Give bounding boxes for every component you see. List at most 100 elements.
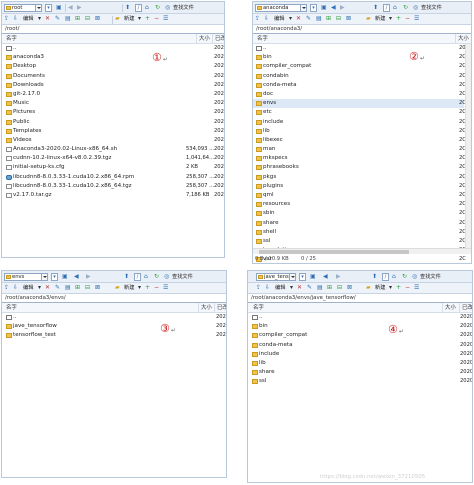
- filter-icon[interactable]: ▾: [299, 273, 306, 281]
- folder-row[interactable]: conda-meta 2020: [248, 341, 472, 350]
- parent-folder-icon[interactable]: ⬆: [125, 4, 130, 12]
- folder-row[interactable]: qml 2C: [253, 191, 466, 200]
- upload-icon[interactable]: ⇪: [4, 15, 9, 23]
- location-combo[interactable]: jave_tens: [256, 273, 296, 281]
- folder-row[interactable]: Downloads 2020: [2, 81, 224, 90]
- edit-button[interactable]: 编辑: [23, 284, 33, 292]
- deselect-icon[interactable]: ⊟: [85, 284, 90, 292]
- path-bar[interactable]: /root/anaconda3/envs/: [2, 294, 226, 303]
- folder-row[interactable]: pkgs 2C: [253, 173, 466, 182]
- view-icon[interactable]: ☰: [163, 15, 168, 23]
- location-combo[interactable]: root: [4, 4, 42, 12]
- back-arrow-icon[interactable]: ◀: [331, 4, 336, 12]
- location-combo[interactable]: envs: [4, 273, 48, 281]
- folder-row[interactable]: etc 2C: [253, 108, 466, 117]
- find-files-button[interactable]: 查找文件: [172, 273, 193, 281]
- invert-selection-icon[interactable]: ⊠: [95, 15, 100, 23]
- new-button[interactable]: 新建: [124, 284, 134, 292]
- download-icon[interactable]: ⇩: [265, 284, 270, 292]
- properties-icon[interactable]: ▤: [65, 284, 71, 292]
- forward-arrow-icon[interactable]: ▶: [340, 4, 345, 12]
- add-icon[interactable]: +: [145, 284, 150, 292]
- chevron-down-icon[interactable]: ▾: [38, 15, 41, 23]
- find-icon[interactable]: ◎: [164, 273, 169, 281]
- folder-row[interactable]: Public 2020: [2, 118, 224, 127]
- column-modified[interactable]: 已改: [212, 34, 224, 44]
- new-button[interactable]: 新建: [375, 284, 385, 292]
- back-arrow-icon[interactable]: ◀: [323, 273, 328, 281]
- location-combo[interactable]: anaconda: [255, 4, 307, 12]
- folder-row[interactable]: include 2C: [253, 118, 466, 127]
- properties-icon[interactable]: ▤: [65, 15, 71, 23]
- find-icon[interactable]: ◎: [165, 4, 170, 12]
- folder-row[interactable]: compiler_compat 2C: [253, 62, 466, 71]
- chevron-down-icon[interactable]: ▾: [389, 284, 392, 292]
- folder-row[interactable]: mkspecs 2C: [253, 154, 466, 163]
- chevron-down-icon[interactable]: [35, 5, 41, 11]
- chevron-down-icon[interactable]: ▾: [38, 284, 41, 292]
- folder-row[interactable]: tensorflow_test 2020: [2, 331, 226, 340]
- folder-row[interactable]: shell 2C: [253, 228, 466, 237]
- root-folder-icon[interactable]: /: [382, 273, 389, 281]
- parent-directory-row[interactable]: .. 2020: [2, 313, 226, 322]
- home-icon[interactable]: ⌂: [393, 4, 397, 12]
- open-folder-icon[interactable]: ▣: [310, 273, 316, 281]
- column-name[interactable]: 名字: [6, 303, 17, 313]
- home-icon[interactable]: ⌂: [145, 4, 149, 12]
- download-icon[interactable]: ⇩: [13, 284, 18, 292]
- path-bar[interactable]: /root/anaconda3/: [253, 25, 471, 34]
- select-all-icon[interactable]: ⊞: [327, 284, 332, 292]
- folder-row[interactable]: doc 2C: [253, 90, 466, 99]
- rename-icon[interactable]: ✎: [306, 15, 311, 23]
- column-size[interactable]: 大小: [196, 34, 210, 44]
- open-folder-icon[interactable]: ▣: [56, 4, 62, 12]
- remove-icon[interactable]: −: [405, 15, 410, 23]
- folder-row[interactable]: sbin 2C: [253, 209, 466, 218]
- folder-row[interactable]: Templates 2020: [2, 127, 224, 136]
- scroll-thumb[interactable]: [259, 250, 409, 254]
- rename-icon[interactable]: ✎: [55, 284, 60, 292]
- delete-icon[interactable]: ✕: [296, 15, 301, 23]
- folder-row[interactable]: phrasebooks 2C: [253, 163, 466, 172]
- view-icon[interactable]: ☰: [163, 284, 168, 292]
- file-row[interactable]: Anaconda3-2020.02-Linux-x86_64.sh 534,093…: [2, 145, 224, 154]
- forward-arrow-icon[interactable]: ▶: [86, 273, 91, 281]
- folder-row[interactable]: resources 2C: [253, 200, 466, 209]
- home-icon[interactable]: ⌂: [144, 273, 148, 281]
- folder-row[interactable]: bin 2C: [253, 53, 466, 62]
- folder-row[interactable]: anaconda3 2020: [2, 53, 224, 62]
- deselect-icon[interactable]: ⊟: [85, 15, 90, 23]
- find-files-button[interactable]: 查找文件: [420, 273, 441, 281]
- delete-icon[interactable]: ✕: [45, 284, 50, 292]
- remove-icon[interactable]: −: [154, 284, 159, 292]
- chevron-down-icon[interactable]: ▾: [138, 15, 141, 23]
- rename-icon[interactable]: ✎: [55, 15, 60, 23]
- edit-button[interactable]: 编辑: [275, 284, 285, 292]
- folder-row[interactable]: compiler_compat 2020: [248, 331, 472, 340]
- delete-icon[interactable]: ✕: [297, 284, 302, 292]
- folder-row[interactable]: envs 2C: [253, 99, 466, 109]
- find-icon[interactable]: ◎: [412, 273, 417, 281]
- folder-row[interactable]: share 2C: [253, 219, 466, 228]
- forward-arrow-icon[interactable]: ▶: [336, 273, 341, 281]
- root-folder-icon[interactable]: /: [134, 273, 141, 281]
- filter-icon[interactable]: ▾: [310, 4, 317, 12]
- edit-button[interactable]: 编辑: [23, 15, 33, 23]
- new-folder-icon[interactable]: ▰: [366, 284, 371, 292]
- invert-selection-icon[interactable]: ⊠: [95, 284, 100, 292]
- edit-button[interactable]: 编辑: [274, 15, 284, 23]
- parent-directory-row[interactable]: .. 2020: [2, 44, 224, 53]
- home-icon[interactable]: ⌂: [392, 273, 396, 281]
- rename-icon[interactable]: ✎: [307, 284, 312, 292]
- properties-icon[interactable]: ▤: [317, 284, 323, 292]
- deselect-icon[interactable]: ⊟: [337, 284, 342, 292]
- folder-row[interactable]: man 2C: [253, 145, 466, 154]
- path-bar[interactable]: /root/anaconda3/envs/jave_tensorflow/: [248, 294, 472, 303]
- forward-arrow-icon[interactable]: ▶: [77, 4, 82, 12]
- column-modified[interactable]: 已改: [214, 303, 226, 313]
- back-arrow-icon[interactable]: ◀: [74, 273, 79, 281]
- folder-row[interactable]: Documents 2020: [2, 72, 224, 81]
- find-files-button[interactable]: 查找文件: [173, 4, 194, 12]
- find-files-button[interactable]: 查找文件: [421, 4, 442, 12]
- folder-row[interactable]: Videos 2020: [2, 136, 224, 145]
